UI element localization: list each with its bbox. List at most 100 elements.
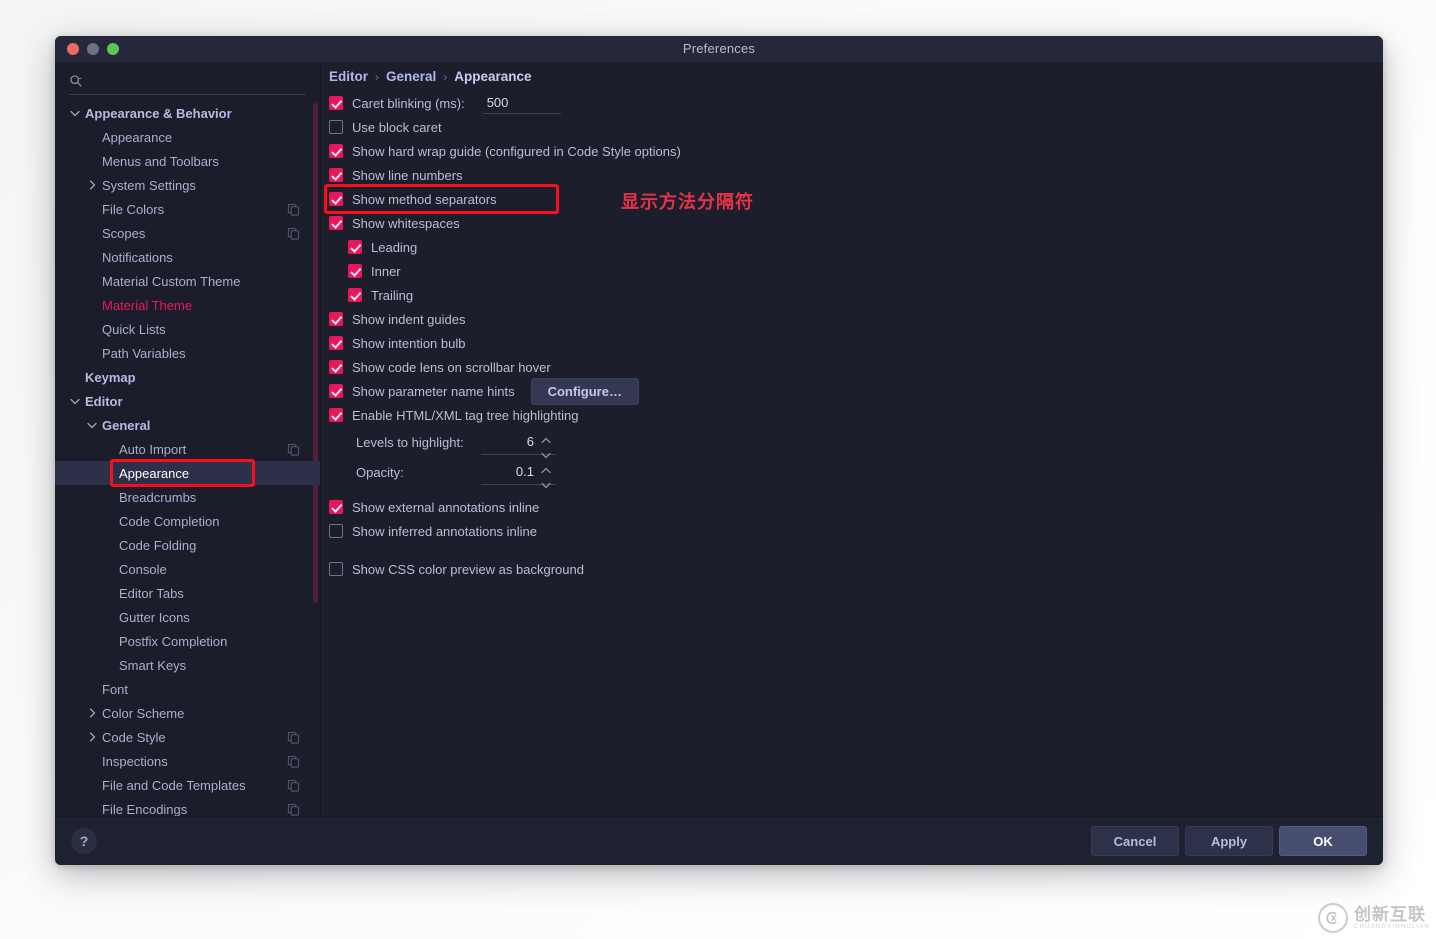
option-row-enable-html-xml-tag-tree-highlighting[interactable]: Enable HTML/XML tag tree highlighting <box>329 403 1383 427</box>
sidebar-item-file-and-code-templates[interactable]: File and Code Templates <box>55 773 320 797</box>
settings-tree[interactable]: Appearance & Behavior Appearance Menus and… <box>55 99 320 816</box>
sidebar-item-appearance[interactable]: Appearance <box>55 461 320 485</box>
spinner-arrows[interactable] <box>541 462 553 488</box>
sidebar-item-path-variables[interactable]: Path Variables <box>55 341 320 365</box>
chevron-down-icon[interactable] <box>69 107 81 119</box>
chevron-down-icon[interactable] <box>86 419 98 431</box>
chevron-up-icon[interactable] <box>541 432 553 447</box>
chevron-right-icon[interactable] <box>86 179 98 191</box>
copy-icon[interactable] <box>287 803 300 816</box>
option-row-caret-blinking-ms[interactable]: Caret blinking (ms): <box>329 91 1383 115</box>
option-row-show-inferred-annotations-inline[interactable]: Show inferred annotations inline <box>329 519 1383 543</box>
spinner-opacity[interactable]: 0.1 <box>481 460 556 488</box>
checkbox-show-indent-guides[interactable] <box>329 312 343 326</box>
copy-icon[interactable] <box>287 203 300 216</box>
sidebar-item-scopes[interactable]: Scopes <box>55 221 320 245</box>
copy-icon[interactable] <box>287 731 300 744</box>
checkbox-trailing[interactable] <box>348 288 362 302</box>
chevron-down-icon[interactable] <box>69 395 81 407</box>
configure-button[interactable]: Configure… <box>530 377 639 405</box>
spinner-arrows[interactable] <box>541 432 553 458</box>
sidebar-item-keymap[interactable]: Keymap <box>55 365 320 389</box>
sidebar-item-material-custom-theme[interactable]: Material Custom Theme <box>55 269 320 293</box>
option-row-show-code-lens-on-scrollbar-hover[interactable]: Show code lens on scrollbar hover <box>329 355 1383 379</box>
option-row-trailing[interactable]: Trailing <box>329 283 1383 307</box>
sidebar-item-auto-import[interactable]: Auto Import <box>55 437 320 461</box>
checkbox-show-css-color-preview-as-background[interactable] <box>329 562 343 576</box>
option-row-inner[interactable]: Inner <box>329 259 1383 283</box>
checkbox-show-method-separators[interactable] <box>329 192 343 206</box>
checkbox-show-external-annotations-inline[interactable] <box>329 500 343 514</box>
copy-icon[interactable] <box>287 443 300 456</box>
sidebar-item-breadcrumbs[interactable]: Breadcrumbs <box>55 485 320 509</box>
sidebar-item-material-theme[interactable]: Material Theme <box>55 293 320 317</box>
sidebar-item-code-completion[interactable]: Code Completion <box>55 509 320 533</box>
chevron-down-icon[interactable] <box>541 477 553 492</box>
search-input[interactable] <box>90 73 306 88</box>
option-row-show-indent-guides[interactable]: Show indent guides <box>329 307 1383 331</box>
chevron-right-icon[interactable] <box>86 707 98 719</box>
option-row-show-parameter-name-hints[interactable]: Show parameter name hints Configure… <box>329 377 1383 405</box>
sidebar-item-code-folding[interactable]: Code Folding <box>55 533 320 557</box>
copy-icon[interactable] <box>287 779 300 792</box>
option-row-show-method-separators[interactable]: Show method separators <box>329 187 1383 211</box>
ok-button[interactable]: OK <box>1279 826 1367 856</box>
cancel-button[interactable]: Cancel <box>1091 826 1179 856</box>
checkbox-caret-blinking-ms[interactable] <box>329 96 343 110</box>
sidebar-item-inspections[interactable]: Inspections <box>55 749 320 773</box>
sidebar-item-appearance-behavior[interactable]: Appearance & Behavior <box>55 101 320 125</box>
sidebar-item-system-settings[interactable]: System Settings <box>55 173 320 197</box>
option-row-use-block-caret[interactable]: Use block caret <box>329 115 1383 139</box>
spinner-levels-to-highlight[interactable]: 6 <box>481 430 556 458</box>
dialog-footer: ? Cancel Apply OK <box>55 816 1383 865</box>
screen-root: Preferences Appearance & Behavior Appear… <box>0 0 1436 939</box>
watermark: 创新互联 CHUANGXINHULIAN <box>1317 903 1430 933</box>
chevron-up-icon[interactable] <box>541 462 553 477</box>
checkbox-show-code-lens-on-scrollbar-hover[interactable] <box>329 360 343 374</box>
sidebar-item-color-scheme[interactable]: Color Scheme <box>55 701 320 725</box>
help-button[interactable]: ? <box>71 828 97 854</box>
sidebar-item-editor[interactable]: Editor <box>55 389 320 413</box>
copy-icon[interactable] <box>287 755 300 768</box>
sidebar-item-appearance[interactable]: Appearance <box>55 125 320 149</box>
sidebar-item-notifications[interactable]: Notifications <box>55 245 320 269</box>
checkbox-show-intention-bulb[interactable] <box>329 336 343 350</box>
breadcrumb-item-appearance[interactable]: Appearance <box>454 69 531 84</box>
sidebar-item-code-style[interactable]: Code Style <box>55 725 320 749</box>
breadcrumb-item-editor[interactable]: Editor <box>329 69 368 84</box>
sidebar-item-console[interactable]: Console <box>55 557 320 581</box>
option-label: Show intention bulb <box>352 335 466 351</box>
checkbox-show-whitespaces[interactable] <box>329 216 343 230</box>
sidebar-item-general[interactable]: General <box>55 413 320 437</box>
option-row-show-external-annotations-inline[interactable]: Show external annotations inline <box>329 495 1383 519</box>
checkbox-enable-html-xml-tag-tree-highlighting[interactable] <box>329 408 343 422</box>
sidebar-item-quick-lists[interactable]: Quick Lists <box>55 317 320 341</box>
chevron-right-icon[interactable] <box>86 731 98 743</box>
checkbox-inner[interactable] <box>348 264 362 278</box>
sidebar-item-font[interactable]: Font <box>55 677 320 701</box>
caret-blinking-input[interactable] <box>482 92 561 114</box>
option-row-show-css-color-preview-as-background[interactable]: Show CSS color preview as background <box>329 557 1383 581</box>
sidebar-item-file-encodings[interactable]: File Encodings <box>55 797 320 816</box>
checkbox-show-inferred-annotations-inline[interactable] <box>329 524 343 538</box>
breadcrumb-item-general[interactable]: General <box>386 69 436 84</box>
option-row-show-line-numbers[interactable]: Show line numbers <box>329 163 1383 187</box>
sidebar-item-gutter-icons[interactable]: Gutter Icons <box>55 605 320 629</box>
checkbox-use-block-caret[interactable] <box>329 120 343 134</box>
copy-icon[interactable] <box>287 227 300 240</box>
option-row-show-intention-bulb[interactable]: Show intention bulb <box>329 331 1383 355</box>
sidebar-item-postfix-completion[interactable]: Postfix Completion <box>55 629 320 653</box>
sidebar-item-editor-tabs[interactable]: Editor Tabs <box>55 581 320 605</box>
apply-button[interactable]: Apply <box>1185 826 1273 856</box>
search-field[interactable] <box>69 68 306 95</box>
option-row-leading[interactable]: Leading <box>329 235 1383 259</box>
option-row-show-hard-wrap-guide-configured-in-code-style-options[interactable]: Show hard wrap guide (configured in Code… <box>329 139 1383 163</box>
checkbox-show-parameter-name-hints[interactable] <box>329 384 343 398</box>
sidebar-item-smart-keys[interactable]: Smart Keys <box>55 653 320 677</box>
sidebar-item-file-colors[interactable]: File Colors <box>55 197 320 221</box>
checkbox-leading[interactable] <box>348 240 362 254</box>
sidebar-item-menus-and-toolbars[interactable]: Menus and Toolbars <box>55 149 320 173</box>
checkbox-show-line-numbers[interactable] <box>329 168 343 182</box>
option-row-show-whitespaces[interactable]: Show whitespaces <box>329 211 1383 235</box>
checkbox-show-hard-wrap-guide-configured-in-code-style-options[interactable] <box>329 144 343 158</box>
